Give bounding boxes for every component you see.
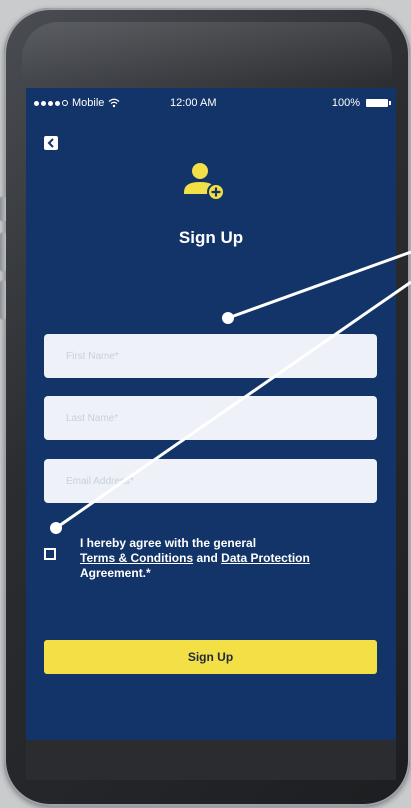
page-title: Sign Up (178, 228, 244, 247)
status-bar: Mobile 12:00 AM 100% (26, 88, 396, 118)
wifi-icon (108, 98, 120, 108)
phone-bottom-bezel (26, 740, 396, 780)
battery-percent: 100% (331, 97, 360, 109)
last-name-input[interactable] (44, 396, 377, 440)
user-add-icon (184, 163, 225, 201)
first-name-input[interactable] (44, 334, 377, 378)
email-input[interactable] (44, 459, 377, 503)
phone-sheen (22, 22, 392, 82)
signal-icon (34, 100, 68, 106)
carrier-info: Mobile (34, 97, 120, 109)
carrier-label: Mobile (72, 97, 105, 109)
side-button-mute (0, 196, 6, 222)
side-button-volume-up (0, 232, 6, 272)
side-button-volume-down (0, 280, 6, 320)
chevron-left-icon (47, 138, 54, 148)
agreement-suffix: Agreement.* (80, 566, 151, 580)
back-button[interactable] (44, 136, 58, 150)
agreement-text: I hereby agree with the general Terms & … (80, 536, 380, 581)
agreement-prefix: I hereby agree with the general (80, 536, 257, 550)
battery-info: 100% (331, 97, 391, 109)
app-screen: Mobile 12:00 AM 100% Sign Up I hereby ag (26, 88, 396, 750)
status-time: 12:00 AM (170, 97, 217, 109)
agreement-and: and (196, 551, 218, 565)
agree-checkbox[interactable] (44, 548, 56, 560)
terms-link[interactable]: Terms & Conditions (80, 551, 193, 565)
data-protection-link[interactable]: Data Protection (221, 551, 310, 565)
battery-icon (366, 99, 391, 107)
sign-up-button[interactable]: Sign Up (44, 640, 377, 674)
